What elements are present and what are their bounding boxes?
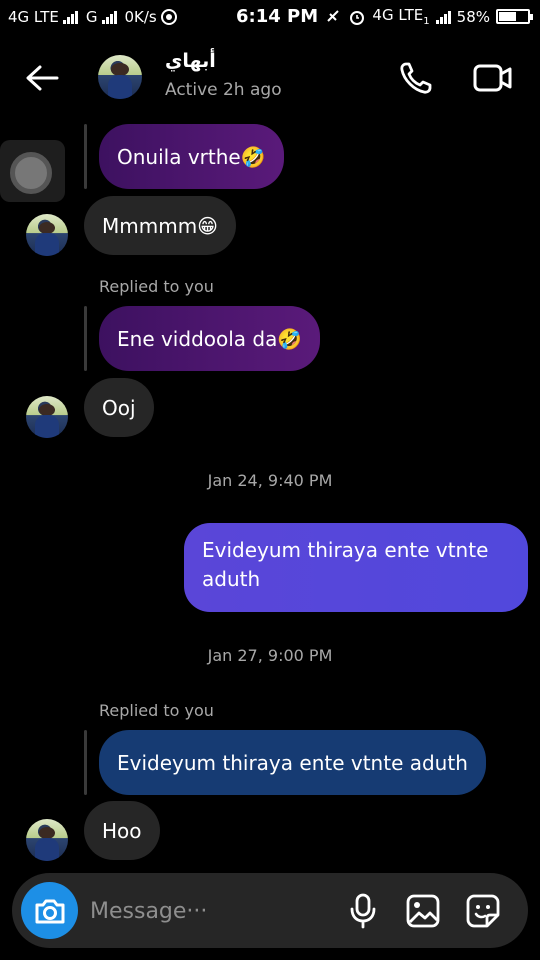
quoted-message-text: Onuila vrthe🤣 [117, 144, 266, 169]
microphone-icon [350, 893, 376, 929]
chrome-icon [160, 9, 177, 25]
data-speed: 0K/s [124, 8, 157, 26]
signal-icon [62, 10, 78, 24]
quoted-message[interactable]: Ene viddoola da🤣 [99, 306, 321, 371]
status-bar: 4G LTE G 0K/s 6:14 PM 4G LTE1 58% [0, 0, 540, 34]
avatar[interactable] [26, 396, 68, 438]
battery-icon [496, 9, 533, 24]
message-input[interactable] [90, 893, 330, 929]
microphone-button[interactable] [343, 891, 383, 931]
status-left: 4G LTE G 0K/s [8, 8, 177, 26]
message-text: Mmmmm😁 [102, 213, 219, 238]
outgoing-message-bubble[interactable]: Evideyum thiraya ente vtnte aduth [184, 523, 528, 612]
quoted-message[interactable]: Evideyum thiraya ente vtnte aduth [99, 730, 486, 795]
mute-icon [327, 9, 340, 22]
alarm-icon [350, 10, 365, 25]
quoted-message[interactable]: Onuila vrthe🤣 [99, 124, 284, 189]
quote-bar [84, 306, 87, 371]
chat-header: أبهاي Active 2h ago [0, 40, 540, 116]
contact-avatar[interactable] [98, 55, 142, 99]
status-right: 4G LTE1 58% [324, 6, 533, 27]
replied-label: Replied to you [99, 701, 214, 720]
battery-percent: 58% [456, 7, 490, 26]
network-label-2: G [85, 8, 98, 26]
sticker-button[interactable] [463, 891, 503, 931]
signal-icon-2 [101, 10, 117, 24]
sticker-icon [466, 894, 500, 928]
quote-bar [84, 124, 87, 189]
timestamp: Jan 27, 9:00 PM [207, 646, 333, 665]
quote-bar [84, 730, 87, 795]
quoted-message-text: Evideyum thiraya ente vtnte aduth [117, 750, 468, 775]
contact-status: Active 2h ago [165, 80, 282, 100]
gallery-icon [406, 894, 440, 928]
floating-bubble-widget[interactable] [0, 140, 65, 202]
replied-label: Replied to you [99, 277, 214, 296]
message-text: Evideyum thiraya ente vtnte aduth [202, 538, 489, 591]
quoted-message-text: Ene viddoola da🤣 [117, 326, 303, 351]
signal-icon-3 [435, 10, 451, 24]
timestamp: Jan 24, 9:40 PM [207, 471, 333, 490]
floating-dot [10, 152, 52, 194]
message-text: Ooj [102, 395, 136, 420]
message-composer [12, 873, 528, 948]
message-bubble[interactable]: Mmmmm😁 [84, 196, 237, 255]
network-label-3: 4G LTE1 [372, 6, 430, 27]
contact-name[interactable]: أبهاي [165, 50, 216, 72]
phone-icon[interactable] [396, 58, 436, 98]
video-camera-icon[interactable] [472, 58, 514, 98]
back-arrow-icon[interactable] [22, 58, 62, 98]
status-time: 6:14 PM [236, 6, 319, 27]
camera-button[interactable] [21, 882, 78, 939]
message-bubble[interactable]: Hoo [84, 801, 160, 860]
gallery-button[interactable] [403, 891, 443, 931]
network-label-1: 4G LTE [8, 8, 59, 26]
avatar[interactable] [26, 214, 68, 256]
message-text: Hoo [102, 818, 142, 843]
message-bubble[interactable]: Ooj [84, 378, 154, 437]
camera-icon [35, 899, 64, 923]
avatar[interactable] [26, 819, 68, 861]
